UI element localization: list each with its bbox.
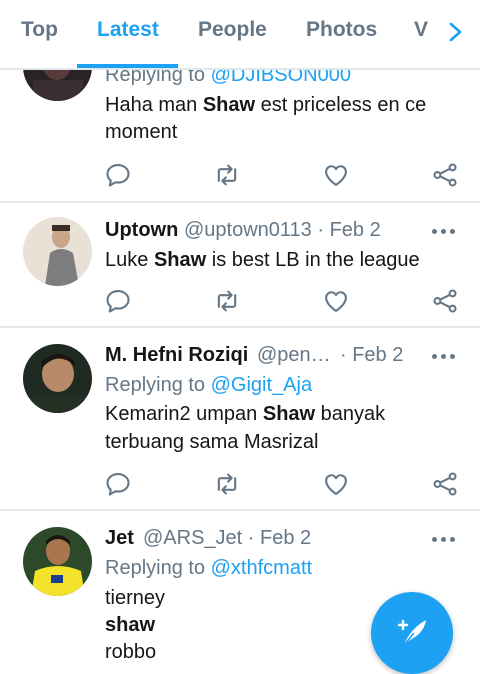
more-icon[interactable] bbox=[432, 352, 458, 360]
compose-icon bbox=[397, 619, 426, 646]
retweet-icon[interactable] bbox=[213, 287, 241, 315]
author-handle-date: @ARS_Jet · Feb 2 bbox=[143, 527, 312, 549]
tweet-text-line2: moment bbox=[105, 121, 178, 143]
mention-link[interactable]: @xthfcmatt bbox=[211, 557, 312, 579]
reply-icon[interactable] bbox=[104, 161, 132, 189]
chevron-right-icon bbox=[449, 22, 462, 42]
share-icon[interactable] bbox=[431, 470, 459, 498]
tab-people[interactable]: People bbox=[198, 18, 267, 42]
tweet-date: · Feb 2 bbox=[340, 344, 404, 366]
avatar[interactable] bbox=[23, 217, 92, 286]
tabs-next-button[interactable] bbox=[437, 14, 480, 50]
tab-latest[interactable]: Latest bbox=[97, 18, 159, 42]
author-name[interactable]: M. Hefni Roziqi bbox=[105, 344, 248, 367]
search-tabs: Top Latest People Photos V bbox=[0, 0, 480, 70]
share-icon[interactable] bbox=[431, 287, 459, 315]
tweet-feed: Replying to @DJIBSON000 Haha man Shaw es… bbox=[0, 70, 480, 673]
author-handle: @pen… bbox=[257, 344, 331, 366]
tweet-text: Haha man Shaw est priceless en ce bbox=[105, 94, 427, 116]
share-icon[interactable] bbox=[431, 161, 459, 189]
author-name[interactable]: Jet bbox=[105, 527, 134, 550]
mention-link[interactable]: @DJIBSON000 bbox=[211, 70, 351, 86]
mention-link[interactable]: @Gigit_Aja bbox=[211, 374, 312, 396]
tweet-text-line3: robbo bbox=[105, 641, 157, 663]
heart-icon[interactable] bbox=[322, 470, 350, 498]
more-icon[interactable] bbox=[432, 535, 458, 543]
avatar[interactable] bbox=[23, 344, 92, 413]
reply-context: Replying to @DJIBSON000 bbox=[105, 70, 351, 87]
retweet-icon[interactable] bbox=[213, 161, 241, 189]
tweet-text-line1: tierney bbox=[105, 587, 166, 609]
tweet-item[interactable]: M. Hefni Roziqi @pen… · Feb 2 Replying t… bbox=[0, 328, 480, 509]
compose-tweet-button[interactable] bbox=[371, 592, 453, 674]
tweet-text: Luke Shaw is best LB in the league bbox=[105, 249, 420, 271]
tweet-text-line2: terbuang sama Masrizal bbox=[105, 431, 319, 453]
heart-icon[interactable] bbox=[322, 287, 350, 315]
tweet-item[interactable]: Replying to @DJIBSON000 Haha man Shaw es… bbox=[0, 70, 480, 201]
tab-videos[interactable]: V bbox=[414, 18, 428, 42]
heart-icon[interactable] bbox=[322, 161, 350, 189]
tab-photos[interactable]: Photos bbox=[306, 18, 377, 42]
tab-top[interactable]: Top bbox=[21, 18, 58, 42]
reply-icon[interactable] bbox=[104, 470, 132, 498]
author-name[interactable]: Uptown bbox=[105, 219, 178, 242]
reply-context: Replying to @Gigit_Aja bbox=[105, 374, 313, 396]
tweet-text: Kemarin2 umpan Shaw banyak bbox=[105, 403, 386, 425]
retweet-icon[interactable] bbox=[213, 470, 241, 498]
author-handle-date: @uptown0113 · Feb 2 bbox=[184, 219, 381, 241]
more-icon[interactable] bbox=[432, 227, 458, 235]
reply-context: Replying to @xthfcmatt bbox=[105, 557, 313, 579]
tweet-item[interactable]: Uptown @uptown0113 · Feb 2 Luke Shaw is … bbox=[0, 203, 480, 326]
active-tab-indicator bbox=[77, 64, 178, 68]
avatar[interactable] bbox=[23, 527, 92, 596]
reply-icon[interactable] bbox=[104, 287, 132, 315]
tweet-text-line2: shaw bbox=[105, 614, 156, 636]
avatar[interactable] bbox=[23, 70, 92, 101]
